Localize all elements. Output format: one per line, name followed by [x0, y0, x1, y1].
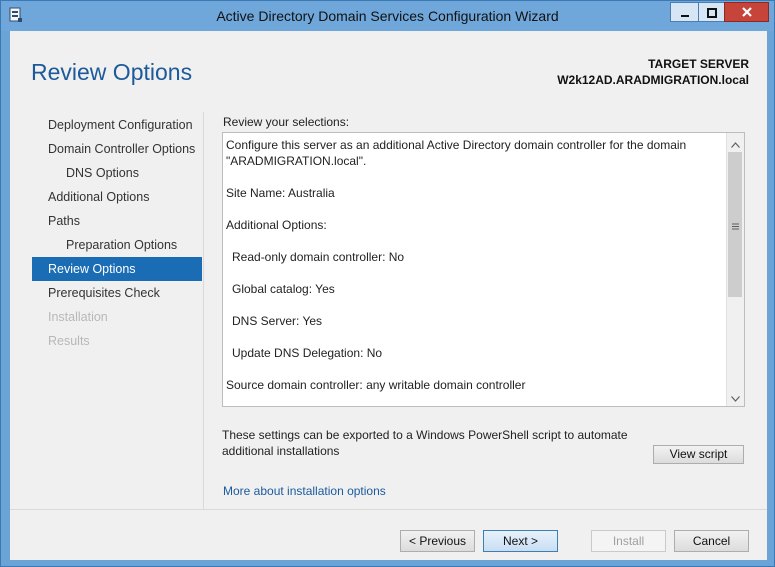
nav-item-preparation-options[interactable]: Preparation Options — [32, 233, 202, 257]
nav-item-installation: Installation — [48, 310, 108, 324]
nav-item-dns-options[interactable]: DNS Options — [32, 161, 202, 185]
nav-item-prerequisites-check[interactable]: Prerequisites Check — [32, 281, 202, 305]
view-script-button[interactable]: View script — [653, 445, 744, 464]
maximize-button[interactable] — [698, 2, 725, 22]
wizard-header: Review Options TARGET SERVER W2k12AD.ARA… — [10, 31, 767, 111]
minimize-icon — [680, 3, 690, 22]
wizard-footer: < Previous Next > Install Cancel — [10, 509, 767, 560]
wizard-window: Active Directory Domain Services Configu… — [0, 0, 775, 567]
review-line: Additional Options: — [226, 218, 327, 232]
review-line: Source domain controller: any writable d… — [226, 378, 526, 392]
review-line: Global catalog: Yes — [232, 282, 335, 296]
nav-item-paths[interactable]: Paths — [32, 209, 202, 233]
window-title: Active Directory Domain Services Configu… — [216, 8, 559, 24]
nav-item-review-options[interactable]: Review Options — [32, 257, 202, 281]
previous-button[interactable]: < Previous — [400, 530, 475, 552]
nav-item-deployment-configuration[interactable]: Deployment Configuration — [32, 113, 202, 137]
maximize-icon — [706, 3, 717, 22]
close-icon — [741, 3, 753, 22]
wizard-nav: Deployment Configuration Domain Controll… — [32, 113, 202, 353]
wizard-body: Review Options TARGET SERVER W2k12AD.ARA… — [10, 31, 767, 560]
title-bar[interactable]: Active Directory Domain Services Configu… — [1, 1, 774, 31]
nav-item-results: Results — [48, 334, 90, 348]
chevron-down-icon — [731, 387, 740, 406]
review-line: Configure this server as an additional A… — [226, 138, 687, 152]
target-server-label: TARGET SERVER — [648, 57, 749, 71]
more-about-installation-options-link[interactable]: More about installation options — [223, 484, 386, 498]
review-line: Site Name: Australia — [226, 186, 335, 200]
review-line: Read-only domain controller: No — [232, 250, 405, 264]
grip-icon — [731, 215, 739, 234]
minimize-button[interactable] — [670, 2, 699, 22]
nav-item-additional-options[interactable]: Additional Options — [32, 185, 202, 209]
close-button[interactable] — [724, 2, 769, 22]
review-line: DNS Server: Yes — [232, 314, 323, 328]
scroll-up-button[interactable] — [727, 134, 744, 151]
nav-item-domain-controller-options[interactable]: Domain Controller Options — [32, 137, 202, 161]
scroll-down-button[interactable] — [727, 388, 744, 405]
review-textbox[interactable]: Configure this server as an additional A… — [222, 132, 745, 407]
review-scrollbar[interactable] — [726, 133, 744, 406]
review-content: Configure this server as an additional A… — [226, 137, 724, 393]
target-server-value: W2k12AD.ARADMIGRATION.local — [557, 73, 749, 87]
chevron-up-icon — [731, 133, 740, 152]
scroll-thumb[interactable] — [728, 152, 742, 297]
next-button[interactable]: Next > — [483, 530, 558, 552]
install-button: Install — [591, 530, 666, 552]
nav-divider — [203, 112, 204, 512]
page-title: Review Options — [31, 59, 193, 85]
review-label: Review your selections: — [223, 115, 350, 129]
review-line: Update DNS Delegation: No — [232, 346, 383, 360]
export-description: These settings can be exported to a Wind… — [222, 428, 628, 458]
cancel-button[interactable]: Cancel — [674, 530, 749, 552]
review-line: "ARADMIGRATION.local". — [226, 154, 367, 168]
